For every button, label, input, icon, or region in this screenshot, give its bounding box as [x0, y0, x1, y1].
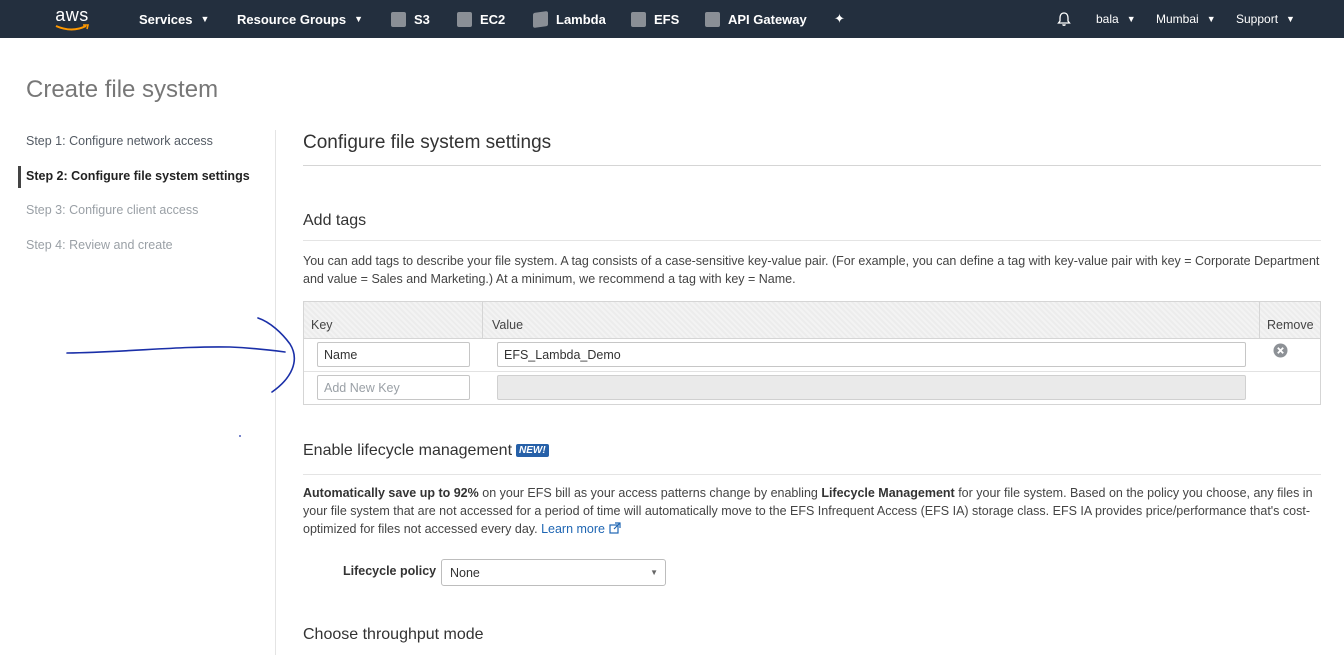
active-step-marker — [18, 166, 21, 188]
lifecycle-line2: your file system that are not accessed f… — [303, 504, 1310, 518]
aws-logo[interactable]: aws — [52, 0, 92, 38]
new-tag-key-input[interactable]: Add New Key — [317, 375, 470, 400]
sidebar-divider — [275, 130, 276, 655]
shortcut-api-gateway-label: API Gateway — [728, 11, 807, 27]
learn-more-link[interactable]: Learn more — [541, 522, 621, 536]
support-label: Support — [1236, 12, 1279, 26]
chevron-down-icon: ▼ — [354, 14, 364, 24]
shortcut-lambda-label: Lambda — [556, 11, 606, 27]
page-title: Create file system — [26, 76, 219, 103]
user-menu[interactable]: bala ▼ — [1096, 0, 1136, 38]
top-navigation-bar: aws Services ▼ Resource Groups ▼ S3 EC2 … — [0, 0, 1344, 38]
shortcut-efs-label: EFS — [654, 11, 680, 27]
resource-groups-label: Resource Groups — [237, 11, 347, 27]
region-name: Mumbai — [1156, 12, 1199, 26]
services-menu[interactable]: Services ▼ — [139, 0, 209, 38]
row-separator — [304, 371, 1320, 372]
shortcut-api-gateway[interactable]: API Gateway — [705, 0, 807, 38]
lifecycle-text-b: for your file system. Based on the polic… — [954, 486, 1313, 500]
step-review-create: Step 4: Review and create — [26, 238, 173, 252]
tags-table-header: Key Value Remove — [304, 302, 1320, 339]
section-heading: Configure file system settings — [303, 132, 552, 153]
step-configure-client-access: Step 3: Configure client access — [26, 203, 199, 217]
lambda-service-icon — [533, 10, 548, 28]
aws-logo-text: aws — [55, 4, 89, 25]
divider — [303, 165, 1321, 166]
shortcut-s3[interactable]: S3 — [391, 0, 430, 38]
new-tag-value-input — [497, 375, 1246, 400]
shortcut-ec2[interactable]: EC2 — [457, 0, 505, 38]
lifecycle-policy-select[interactable]: None ▼ — [441, 559, 666, 586]
support-menu[interactable]: Support ▼ — [1236, 0, 1295, 38]
shortcut-efs[interactable]: EFS — [631, 0, 679, 38]
column-header-key: Key — [311, 318, 333, 332]
efs-service-icon — [631, 11, 646, 27]
region-menu[interactable]: Mumbai ▼ — [1156, 0, 1216, 38]
shortcut-lambda[interactable]: Lambda — [533, 0, 606, 38]
new-badge: NEW! — [516, 444, 549, 457]
user-name: bala — [1096, 12, 1119, 26]
add-tags-title: Add tags — [303, 212, 367, 229]
column-header-value: Value — [492, 318, 524, 332]
lifecycle-bold-intro: Automatically save up to 92% — [303, 486, 479, 500]
column-separator — [482, 302, 483, 339]
lifecycle-policy-value: None — [450, 565, 480, 580]
lifecycle-line3: optimized for files not accessed every d… — [303, 522, 542, 536]
tags-table: Key Value Remove Name EFS_Lambda_Demo Ad… — [303, 301, 1321, 405]
tags-description: You can add tags to describe your file s… — [303, 252, 1321, 288]
lifecycle-text-a: on your EFS bill as your access patterns… — [478, 486, 822, 500]
throughput-title: Choose throughput mode — [303, 626, 484, 643]
external-link-icon — [608, 522, 621, 534]
tags-description-line1: You can add tags to describe your file s… — [303, 254, 1320, 268]
ec2-service-icon — [457, 11, 472, 27]
chevron-down-icon: ▼ — [1206, 14, 1216, 24]
tags-description-line2: and value = Sales and Marketing.) At a m… — [303, 272, 796, 286]
aws-smile-icon — [55, 23, 90, 30]
chevron-down-icon: ▼ — [200, 14, 210, 24]
chevron-down-icon: ▼ — [1126, 14, 1136, 24]
services-label: Services — [139, 11, 193, 27]
step-configure-network[interactable]: Step 1: Configure network access — [26, 134, 213, 148]
chevron-down-icon: ▼ — [1286, 14, 1295, 24]
column-header-remove: Remove — [1267, 318, 1314, 332]
tag-value-input[interactable]: EFS_Lambda_Demo — [497, 342, 1246, 367]
pin-icon[interactable]: ✦ — [834, 0, 845, 38]
column-separator — [1259, 302, 1260, 339]
lifecycle-description: Automatically save up to 92% on your EFS… — [303, 484, 1321, 538]
lifecycle-title-text: Enable lifecycle management — [303, 442, 513, 459]
lifecycle-bold-lm: Lifecycle Management — [821, 486, 955, 500]
lifecycle-title: Enable lifecycle management NEW! — [303, 442, 549, 460]
learn-more-label: Learn more — [541, 522, 606, 536]
notifications-bell[interactable] — [1056, 0, 1072, 38]
lifecycle-policy-label: Lifecycle policy — [343, 564, 437, 578]
api-gateway-service-icon — [705, 11, 720, 27]
remove-tag-icon[interactable] — [1273, 343, 1288, 358]
chevron-down-icon: ▼ — [650, 568, 658, 577]
bell-icon — [1057, 12, 1071, 26]
resource-groups-menu[interactable]: Resource Groups ▼ — [237, 0, 363, 38]
step-configure-file-system: Step 2: Configure file system settings — [26, 169, 250, 183]
shortcut-s3-label: S3 — [414, 11, 430, 27]
tag-key-input[interactable]: Name — [317, 342, 470, 367]
shortcut-ec2-label: EC2 — [480, 11, 506, 27]
divider — [303, 474, 1321, 475]
s3-service-icon — [391, 11, 406, 27]
divider — [303, 240, 1321, 241]
